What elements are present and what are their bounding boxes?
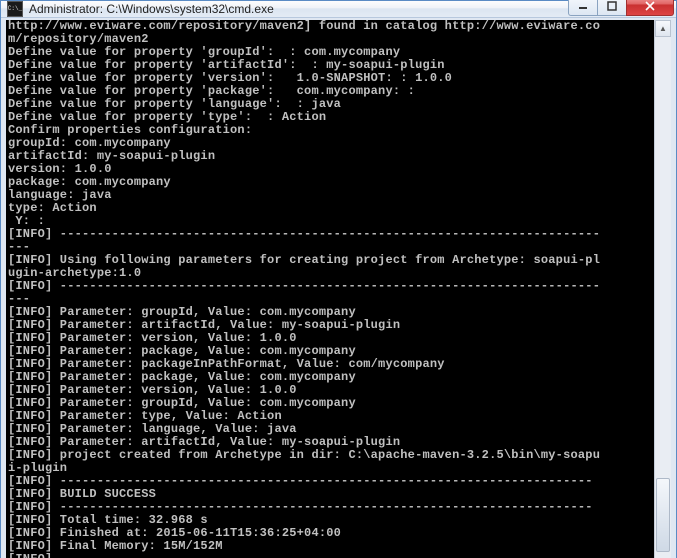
close-icon (644, 1, 656, 11)
cmd-icon (7, 1, 23, 17)
scroll-track[interactable] (655, 37, 671, 558)
terminal-output[interactable]: http://www.eviware.com/repository/maven2… (6, 20, 654, 558)
window-controls (569, 0, 674, 16)
window-title: Administrator: C:\Windows\system32\cmd.e… (29, 2, 569, 16)
minimize-button[interactable] (568, 0, 598, 16)
vertical-scrollbar[interactable]: ▲ ▼ (654, 20, 671, 558)
cmd-window: Administrator: C:\Windows\system32\cmd.e… (0, 0, 677, 558)
minimize-icon (578, 1, 588, 11)
maximize-icon (607, 1, 617, 11)
scroll-thumb[interactable] (656, 478, 670, 552)
scroll-up-button[interactable]: ▲ (655, 20, 671, 37)
close-button[interactable] (626, 0, 674, 16)
client-area: http://www.eviware.com/repository/maven2… (1, 18, 676, 558)
maximize-button[interactable] (597, 0, 627, 16)
titlebar[interactable]: Administrator: C:\Windows\system32\cmd.e… (1, 1, 676, 18)
